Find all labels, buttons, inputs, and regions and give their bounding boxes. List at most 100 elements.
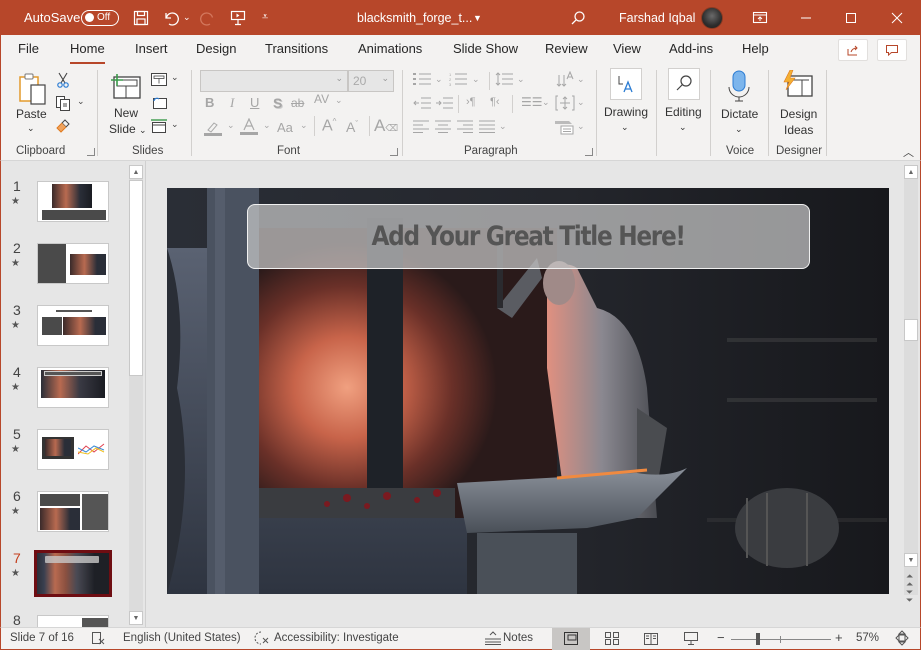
collapse-ribbon-icon[interactable]: ︿ — [903, 144, 914, 160]
document-filename[interactable]: blacksmith_forge_t... — [357, 0, 472, 35]
slide-thumbnail-1[interactable] — [37, 181, 109, 222]
design-ideas-icon[interactable] — [782, 69, 814, 105]
tab-home[interactable]: Home — [70, 41, 105, 65]
tab-review[interactable]: Review — [545, 41, 588, 61]
clipboard-launcher-icon[interactable] — [87, 148, 95, 156]
fit-slide-icon[interactable] — [895, 630, 909, 649]
slide-sorter-icon[interactable] — [605, 632, 619, 648]
tab-help[interactable]: Help — [742, 41, 769, 61]
slide-thumbnail-5[interactable] — [37, 429, 109, 470]
microphone-icon[interactable] — [727, 70, 751, 107]
slide-thumbnail-7[interactable] — [34, 550, 112, 597]
tab-slide-show[interactable]: Slide Show — [453, 41, 518, 61]
drawing-icon[interactable] — [610, 68, 642, 100]
paragraph-launcher-icon[interactable] — [585, 148, 593, 156]
tab-animations[interactable]: Animations — [358, 41, 422, 61]
slide-show-icon[interactable] — [684, 632, 698, 649]
cut-icon[interactable] — [56, 72, 70, 93]
customize-toolbar-icon[interactable]: ⩡ — [262, 0, 268, 35]
align-center-icon[interactable] — [435, 120, 451, 138]
increase-font-size-button[interactable]: A^ — [322, 117, 336, 135]
numbering-dropdown-icon[interactable]: ⌄ — [472, 74, 480, 85]
dictate-button[interactable]: Dictate — [721, 106, 758, 122]
slide-thumbnail-3[interactable] — [37, 305, 109, 346]
zoom-slider-track[interactable] — [731, 639, 831, 640]
thumbnail-scroll-up-icon[interactable]: ▲ — [129, 165, 143, 179]
change-case-dropdown-icon[interactable]: ⌄ — [300, 120, 308, 131]
thumbnail-scroll-thumb[interactable] — [129, 180, 143, 376]
decrease-font-size-button[interactable]: Aˇ — [346, 119, 358, 135]
line-spacing-dropdown-icon[interactable]: ⌄ — [517, 74, 525, 85]
next-slide-icon[interactable]: ⏷ ⏷ — [906, 588, 913, 605]
italic-button[interactable]: I — [230, 95, 234, 111]
new-slide-button[interactable]: Slide ⌄ — [109, 121, 147, 138]
tab-insert[interactable]: Insert — [135, 41, 168, 61]
align-text-icon[interactable] — [555, 95, 575, 116]
clear-formatting-button[interactable]: A⌫ — [374, 116, 398, 136]
design-ideas-label-2[interactable]: Ideas — [784, 122, 813, 138]
increase-indent-icon[interactable] — [435, 96, 453, 115]
maximize-icon[interactable] — [845, 0, 857, 35]
new-slide-label-1[interactable]: New — [114, 105, 138, 121]
previous-slide-icon[interactable]: ⏶ ⏶ — [906, 572, 913, 589]
drawing-button[interactable]: Drawing — [604, 104, 648, 120]
highlight-dropdown-icon[interactable]: ⌄ — [227, 120, 235, 131]
reset-slide-icon[interactable] — [151, 96, 167, 114]
share-button[interactable] — [838, 39, 868, 61]
font-color-dropdown-icon[interactable]: ⌄ — [263, 120, 271, 131]
user-name[interactable]: Farshad Iqbal — [619, 0, 695, 35]
redo-icon[interactable] — [200, 0, 216, 35]
slide-title-placeholder[interactable]: Add Your Great Title Here! — [247, 204, 810, 269]
decrease-indent-icon[interactable] — [413, 96, 431, 115]
font-launcher-icon[interactable] — [390, 148, 398, 156]
editing-icon[interactable] — [668, 68, 700, 100]
slide-thumbnail-6[interactable] — [37, 491, 109, 532]
copy-dropdown-icon[interactable]: ⌄ — [77, 96, 85, 107]
bold-button[interactable]: B — [205, 95, 214, 110]
underline-button[interactable]: U — [250, 95, 259, 110]
tab-add-ins[interactable]: Add-ins — [669, 41, 713, 61]
zoom-out-button[interactable]: − — [717, 630, 725, 645]
copy-icon[interactable] — [55, 95, 71, 116]
bullets-dropdown-icon[interactable]: ⌄ — [435, 74, 443, 85]
search-icon[interactable] — [570, 0, 586, 35]
zoom-in-button[interactable]: + — [835, 630, 843, 645]
design-ideas-label-1[interactable]: Design — [780, 106, 817, 122]
editing-dropdown-icon[interactable]: ⌄ — [679, 119, 687, 135]
filename-dropdown-icon[interactable]: ▼ — [473, 0, 482, 35]
tab-design[interactable]: Design — [196, 41, 236, 61]
zoom-slider-thumb[interactable] — [756, 633, 760, 645]
columns-button[interactable]: ☰☰ — [521, 95, 543, 109]
slide-thumbnail-8[interactable] — [37, 615, 109, 627]
slide-thumbnail-2[interactable] — [37, 243, 109, 284]
left-to-right-button[interactable]: ›¶ — [466, 96, 476, 108]
dictate-dropdown-icon[interactable]: ⌄ — [735, 121, 743, 137]
numbering-icon[interactable]: 123 — [449, 72, 467, 91]
smartart-dropdown-icon[interactable]: ⌄ — [577, 121, 585, 132]
text-direction-icon[interactable] — [556, 70, 574, 92]
user-avatar[interactable] — [701, 6, 723, 29]
slide-title-text[interactable]: Add Your Great Title Here! — [372, 221, 687, 252]
align-text-dropdown-icon[interactable]: ⌄ — [577, 97, 585, 108]
autosave-toggle[interactable]: Off — [81, 9, 119, 26]
language-indicator[interactable]: English (United States) — [123, 632, 241, 644]
undo-icon[interactable] — [163, 0, 179, 35]
right-to-left-button[interactable]: ¶‹ — [490, 96, 500, 108]
align-right-icon[interactable] — [457, 120, 473, 138]
layout-icon[interactable] — [151, 73, 167, 91]
close-icon[interactable] — [891, 0, 903, 35]
drawing-dropdown-icon[interactable]: ⌄ — [621, 119, 629, 135]
editing-button[interactable]: Editing — [665, 104, 702, 120]
convert-to-smartart-icon[interactable] — [555, 119, 575, 140]
save-icon[interactable] — [133, 0, 149, 35]
highlight-color-icon[interactable] — [204, 120, 222, 141]
reading-view-icon[interactable] — [644, 632, 658, 648]
change-case-button[interactable]: Aa — [277, 120, 293, 135]
slide-scroll-thumb[interactable] — [904, 319, 918, 341]
new-slide-icon[interactable] — [110, 72, 142, 105]
slide-scroll-up-icon[interactable]: ▲ — [904, 165, 918, 179]
columns-dropdown-icon[interactable]: ⌄ — [542, 97, 550, 108]
slide-thumbnail-4[interactable] — [37, 367, 109, 408]
justify-dropdown-icon[interactable]: ⌄ — [499, 121, 507, 132]
tab-file[interactable]: File — [18, 41, 39, 61]
